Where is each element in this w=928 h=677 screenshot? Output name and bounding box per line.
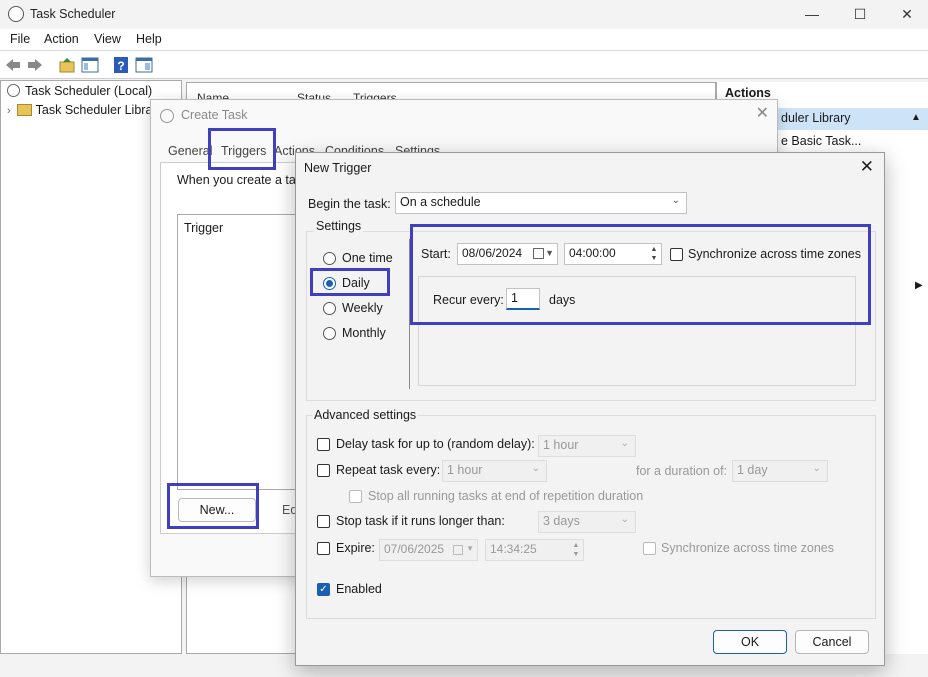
trigger-column-header: Trigger [184, 221, 224, 235]
highlight-new-button [167, 483, 259, 529]
stop-longer-label[interactable]: Stop task if it runs longer than: [336, 514, 505, 528]
calendar-icon[interactable] [453, 545, 463, 555]
stop-longer-checkbox[interactable] [317, 515, 330, 528]
trigger-list[interactable]: Trigger [177, 214, 312, 490]
tree-item-library[interactable]: › Task Scheduler Libra [7, 103, 152, 117]
expire-date-value: 07/06/2025 [384, 542, 445, 556]
spin-up-icon[interactable]: ▲ [570, 541, 582, 550]
expire-checkbox[interactable] [317, 542, 330, 555]
stop-longer-dropdown[interactable]: 3 days ⌄ [538, 511, 636, 533]
folder-icon [16, 104, 32, 116]
stop-longer-value: 3 days [543, 514, 580, 528]
delay-dropdown[interactable]: 1 hour ⌄ [538, 435, 636, 457]
window-title: Task Scheduler [30, 7, 116, 21]
highlight-daily-option [310, 268, 390, 296]
tab-general[interactable]: General [168, 144, 212, 158]
back-arrow-icon[interactable] [4, 56, 22, 74]
ok-button[interactable]: OK [713, 630, 787, 654]
submenu-arrow-icon[interactable]: ▶ [915, 280, 923, 291]
create-task-close-icon[interactable]: ✕ [756, 103, 769, 123]
main-titlebar: Task Scheduler — ☐ ✕ [0, 0, 928, 29]
highlight-triggers-tab [208, 128, 276, 170]
repeat-interval-value: 1 hour [447, 463, 483, 477]
radio-weekly[interactable] [323, 302, 336, 315]
duration-value: 1 day [737, 463, 768, 477]
new-trigger-title: New Trigger [304, 161, 372, 175]
radio-one-time[interactable] [323, 252, 336, 265]
duration-dropdown[interactable]: 1 day ⌄ [732, 460, 828, 482]
expire-time-value: 14:34:25 [490, 542, 537, 556]
clock-icon [8, 6, 24, 22]
chevron-down-icon: ⌄ [620, 438, 629, 449]
maximize-button[interactable]: ☐ [848, 4, 872, 24]
settings-group-label: Settings [314, 219, 364, 233]
menu-bar: File Action View Help [0, 29, 928, 51]
tree-item-local[interactable]: Task Scheduler (Local) [7, 84, 152, 98]
repeat-task-checkbox[interactable] [317, 464, 330, 477]
actions-section-label: duler Library [781, 111, 851, 125]
delay-task-checkbox[interactable] [317, 438, 330, 451]
enabled-checkbox[interactable]: ✓ [317, 583, 330, 596]
menu-view[interactable]: View [94, 32, 121, 46]
create-task-title: Create Task [181, 108, 248, 122]
tree-label-local: Task Scheduler (Local) [25, 84, 153, 98]
stop-all-tasks-checkbox[interactable] [349, 490, 362, 503]
radio-monthly[interactable] [323, 327, 336, 340]
advanced-settings-label: Advanced settings [312, 408, 419, 422]
minimize-button[interactable]: — [800, 4, 824, 24]
expire-sync-checkbox[interactable] [643, 542, 656, 555]
chevron-down-icon: ⌄ [671, 195, 680, 206]
forward-arrow-icon[interactable] [26, 56, 44, 74]
tree-label-library: Task Scheduler Libra [35, 103, 153, 117]
begin-task-dropdown[interactable]: On a schedule ⌄ [395, 192, 687, 214]
cancel-button[interactable]: Cancel [795, 630, 869, 654]
help-icon[interactable]: ? [112, 56, 130, 74]
stop-all-tasks-label[interactable]: Stop all running tasks at end of repetit… [368, 489, 643, 503]
close-button[interactable]: ✕ [895, 4, 919, 24]
collapse-up-icon[interactable]: ▲ [911, 112, 921, 123]
menu-action[interactable]: Action [44, 32, 79, 46]
menu-file[interactable]: File [10, 32, 30, 46]
toolbar: ? [0, 51, 928, 79]
repeat-interval-dropdown[interactable]: 1 hour ⌄ [442, 460, 547, 482]
show-hide-action-pane-icon[interactable] [135, 56, 153, 74]
chevron-right-icon[interactable]: › [7, 105, 11, 117]
chevron-down-icon: ⌄ [812, 463, 821, 474]
expire-time-spinner[interactable]: 14:34:25 ▲ ▼ [485, 539, 584, 561]
action-create-basic-task[interactable]: e Basic Task... [781, 134, 861, 148]
delay-value: 1 hour [543, 438, 579, 452]
delay-task-label[interactable]: Delay task for up to (random delay): [336, 437, 535, 451]
radio-label-weekly[interactable]: Weekly [342, 301, 383, 315]
svg-text:?: ? [117, 59, 124, 73]
begin-task-label: Begin the task: [308, 197, 391, 211]
highlight-start-recur-settings [410, 224, 871, 325]
clock-icon [7, 84, 20, 97]
radio-label-monthly[interactable]: Monthly [342, 326, 386, 340]
menu-help[interactable]: Help [136, 32, 162, 46]
radio-label-one-time[interactable]: One time [342, 251, 393, 265]
expire-label[interactable]: Expire: [336, 541, 375, 555]
triggers-intro-text: When you create a task [177, 173, 309, 187]
repeat-task-label[interactable]: Repeat task every: [336, 463, 440, 477]
clock-icon [160, 109, 174, 123]
expire-date-picker[interactable]: 07/06/2025 ▼ [379, 539, 478, 561]
expire-sync-label[interactable]: Synchronize across time zones [661, 541, 834, 555]
actions-header: Actions [725, 86, 771, 100]
new-trigger-close-icon[interactable]: ✕ [860, 157, 874, 177]
show-hide-tree-icon[interactable] [81, 56, 99, 74]
up-folder-icon[interactable] [58, 56, 76, 74]
chevron-down-icon[interactable]: ▼ [466, 544, 474, 553]
duration-label: for a duration of: [636, 464, 728, 478]
chevron-down-icon: ⌄ [620, 514, 629, 525]
begin-task-value: On a schedule [400, 195, 481, 209]
enabled-label[interactable]: Enabled [336, 582, 382, 596]
spin-down-icon[interactable]: ▼ [570, 550, 582, 559]
chevron-down-icon: ⌄ [531, 463, 540, 474]
